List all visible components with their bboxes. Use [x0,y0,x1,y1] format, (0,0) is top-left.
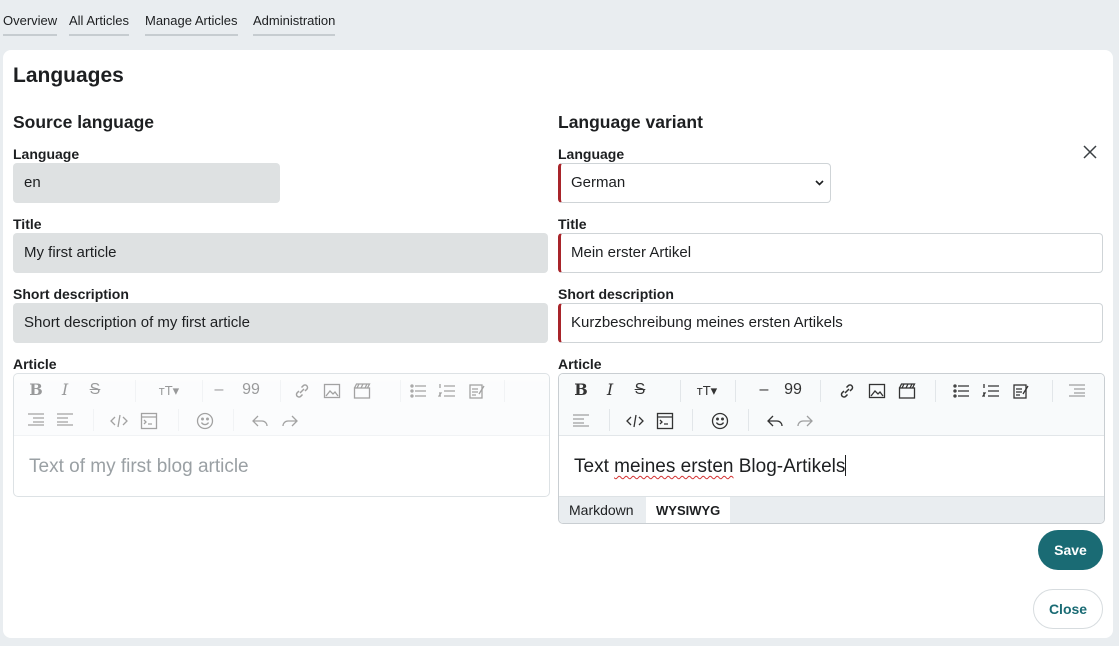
undo-icon[interactable] [765,412,785,430]
nav-overview[interactable]: Overview [3,13,58,36]
variant-title-input[interactable]: Mein erster Artikel [558,233,1103,273]
source-editor-toolbar: B I S тТ▾ – 99 [14,374,549,436]
quote-icon: 99 [242,381,260,398]
undo-icon [250,412,270,430]
variant-title-label: Title [558,216,587,232]
heading-icon: тТ▾ [158,383,180,398]
task-list-icon [467,382,487,400]
quote-icon[interactable]: 99 [780,382,806,398]
page-title: Languages [13,64,124,87]
variant-short-input[interactable]: Kurzbeschreibung meines ersten Artikels [558,303,1103,343]
source-article-text: Text of my first blog article [29,456,249,477]
variant-heading: Language variant [558,112,703,132]
outdent-icon [55,412,75,426]
close-button[interactable]: Close [1033,589,1103,629]
horizontal-rule-icon[interactable]: – [754,382,774,398]
variant-language-value: German [571,174,626,191]
italic-icon: I [61,380,69,399]
nav-all-articles[interactable]: All Articles [69,13,129,36]
variant-article-text[interactable]: Text meines ersten Blog-Artikels [574,455,847,478]
source-short-label: Short description [13,286,129,302]
video-icon[interactable] [897,382,917,400]
link-icon [292,382,312,400]
variant-language-select[interactable]: German [558,163,831,203]
redo-icon [280,412,300,430]
source-heading: Source language [13,112,155,132]
wysiwyg-tab[interactable]: WYSIWYG [646,497,731,523]
video-icon [352,382,372,400]
indent-icon[interactable] [1067,383,1087,397]
code-block-icon[interactable] [655,412,675,430]
task-list-icon[interactable] [1011,382,1031,400]
redo-icon[interactable] [795,412,815,430]
source-article-editor: B I S тТ▾ – 99 Text of my first blog art… [13,373,550,497]
variant-editor-toolbar: B I S тТ▾ – 99 [559,374,1104,436]
italic-icon[interactable]: I [600,382,620,398]
numbered-list-icon [437,382,457,400]
variant-article-label: Article [558,356,602,372]
numbered-list-icon[interactable] [981,382,1001,400]
emoji-icon[interactable] [710,412,730,430]
horizontal-rule-icon: – [214,381,224,398]
bullet-list-icon[interactable] [951,382,971,400]
bullet-list-icon [408,382,428,400]
code-block-icon [139,412,159,430]
variant-short-label: Short description [558,286,674,302]
indent-icon [26,412,46,426]
languages-card [3,50,1113,638]
link-icon[interactable] [837,382,857,400]
variant-language-label: Language [558,146,625,162]
source-short-field: Short description of my first article [13,303,548,343]
image-icon [322,382,342,400]
bold-icon[interactable]: B [571,382,591,398]
chevron-down-icon [815,180,824,186]
source-article-label: Article [13,356,57,372]
markdown-tab[interactable]: Markdown [559,497,644,523]
variant-article-editor[interactable]: B I S тТ▾ – 99 Text meines ersten Blog-A… [558,373,1105,524]
strikethrough-icon[interactable]: S [630,382,650,398]
nav-manage-articles[interactable]: Manage Articles [145,13,238,36]
source-language-label: Language [13,146,80,162]
save-button[interactable]: Save [1038,530,1103,570]
bold-icon: B [29,380,43,399]
nav-administration[interactable]: Administration [253,13,336,36]
code-icon [109,412,129,430]
source-title-field: My first article [13,233,548,273]
heading-icon[interactable]: тТ▾ [692,383,722,399]
top-navigation: Overview All Articles Manage Articles Ad… [0,0,1119,46]
strikethrough-icon: S [89,381,101,398]
close-variant-icon[interactable] [1081,143,1099,161]
outdent-icon[interactable] [571,413,591,427]
source-title-label: Title [13,216,42,232]
editor-mode-bar: Markdown WYSIWYG [559,496,1104,523]
emoji-icon [195,412,215,430]
code-icon[interactable] [625,412,645,430]
image-icon[interactable] [867,382,887,400]
source-language-field: en [13,163,280,203]
